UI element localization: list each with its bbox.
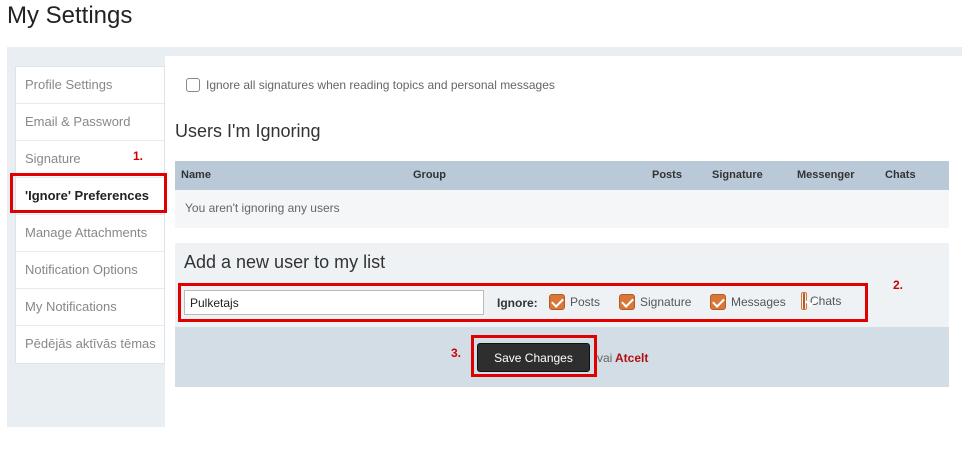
sidebar-item-profile-settings[interactable]: Profile Settings	[16, 67, 164, 104]
table-empty-row: You aren't ignoring any users	[175, 190, 949, 228]
sidebar-item-email-password[interactable]: Email & Password	[16, 104, 164, 141]
sidebar-item-label: Email & Password	[25, 114, 131, 129]
sidebar-item-notification-options[interactable]: Notification Options	[16, 252, 164, 289]
sidebar-item-recent-topics[interactable]: Pēdējās aktīvās tēmas	[16, 326, 164, 363]
marker-3: 3.	[451, 346, 462, 360]
ignore-signatures-label: Ignore all signatures when reading topic…	[206, 78, 555, 92]
sidebar-item-label: Manage Attachments	[25, 225, 148, 240]
ignoring-title: Users I'm Ignoring	[175, 121, 321, 141]
sidebar-item-label: My Notifications	[25, 299, 117, 314]
column-messenger: Messenger	[797, 169, 855, 181]
sidebar-item-label: Profile Settings	[25, 77, 113, 92]
column-group: Group	[413, 169, 446, 181]
cancel-link[interactable]: Atcelt	[615, 351, 648, 365]
sidebar-item-my-notifications[interactable]: My Notifications	[16, 289, 164, 326]
add-user-title: Add a new user to my list	[184, 252, 386, 272]
page-title: My Settings	[7, 2, 133, 29]
sidebar-item-label: Pēdējās aktīvās tēmas	[25, 336, 156, 351]
highlight-box-2	[178, 283, 868, 322]
highlight-box-3	[471, 335, 597, 377]
column-posts: Posts	[652, 169, 682, 181]
column-signature: Signature	[712, 169, 763, 181]
ignore-signatures-checkbox[interactable]	[186, 78, 200, 92]
sidebar-item-label: Signature	[25, 151, 81, 166]
marker-2: 2.	[893, 278, 904, 292]
settings-sidebar: Profile Settings Email & Password Signat…	[15, 66, 165, 364]
ignore-signatures-option[interactable]: Ignore all signatures when reading topic…	[186, 78, 555, 92]
table-header: Name Group Posts Signature Messenger Cha…	[175, 161, 949, 190]
sidebar-item-label: Notification Options	[25, 262, 138, 277]
highlight-box-1	[10, 173, 167, 213]
ignored-users-table: Name Group Posts Signature Messenger Cha…	[175, 161, 949, 228]
or-text: vai	[597, 351, 613, 365]
column-name: Name	[181, 169, 211, 181]
sidebar-item-manage-attachments[interactable]: Manage Attachments	[16, 215, 164, 252]
column-chats: Chats	[885, 169, 916, 181]
marker-1: 1.	[133, 149, 144, 163]
